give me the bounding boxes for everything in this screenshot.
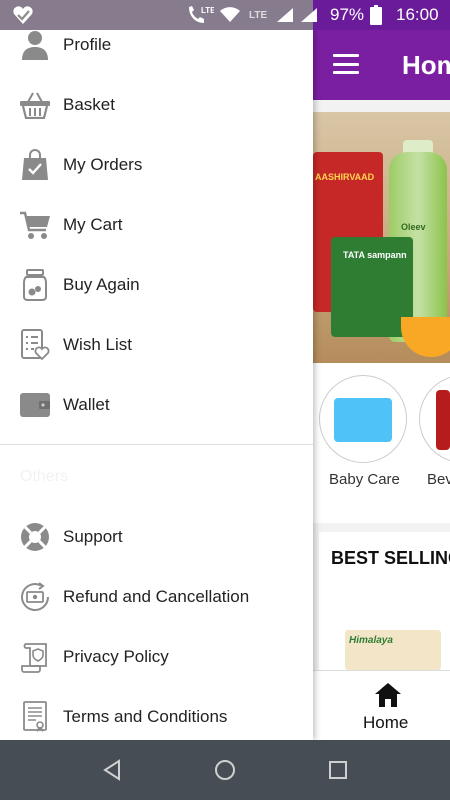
drawer-item-wish-list[interactable]: Wish List — [0, 315, 313, 375]
battery-icon — [370, 0, 382, 30]
wishlist-icon — [18, 328, 52, 362]
bottle-image — [436, 390, 450, 450]
profile-icon — [18, 30, 52, 62]
drawer-item-label: My Orders — [63, 155, 143, 174]
drawer-item-label: Support — [63, 527, 123, 546]
battery-percent: 97% — [330, 5, 365, 24]
lifebuoy-icon — [18, 520, 52, 554]
drawer-item-label: Buy Again — [63, 275, 140, 294]
category-baby-care[interactable] — [319, 375, 407, 463]
call-icon: LTE — [186, 0, 214, 30]
drawer-item-label: Refund and Cancellation — [63, 587, 250, 606]
drawer-item-my-orders[interactable]: My Orders — [0, 135, 313, 195]
lte-label: LTE — [201, 6, 214, 15]
drawer-item-support[interactable]: Support — [0, 507, 313, 567]
diaper-pack-image — [334, 398, 392, 442]
category-beverages[interactable] — [419, 375, 450, 463]
terms-document-icon — [18, 700, 52, 734]
back-icon[interactable] — [101, 758, 125, 782]
category-label: Bev — [427, 471, 450, 488]
promo-banner[interactable]: AASHIRVAAD Oleev TATA sampann — [313, 112, 450, 363]
dal-bowl-image — [401, 317, 450, 357]
lte-label: LTE — [249, 9, 268, 21]
drawer-item-terms[interactable]: Terms and Conditions — [0, 687, 313, 740]
banner-brand-3: Oleev — [401, 222, 426, 232]
signal-icon — [276, 0, 294, 30]
drawer-item-refund[interactable]: Refund and Cancellation — [0, 567, 313, 627]
home-icon[interactable] — [373, 681, 403, 709]
drawer-item-label: Wish List — [63, 335, 132, 354]
wifi-icon — [220, 0, 240, 30]
category-label: Baby Care — [329, 471, 400, 488]
bottom-navigation: Home — [313, 670, 450, 740]
menu-icon[interactable] — [333, 54, 359, 74]
app-notification-icon — [12, 0, 34, 30]
wallet-icon — [18, 388, 52, 422]
home-button-icon[interactable] — [213, 758, 237, 782]
drawer-section-header: Others — [20, 468, 69, 485]
banner-brand-1: AASHIRVAAD — [315, 172, 375, 182]
drawer-item-wallet[interactable]: Wallet — [0, 375, 313, 435]
basket-icon — [18, 88, 52, 122]
drawer-item-label: My Cart — [63, 215, 123, 234]
drawer-item-buy-again[interactable]: Buy Again — [0, 255, 313, 315]
product-brand: Himalaya — [349, 635, 393, 646]
status-bar: LTE LTE 97% 16:00 — [0, 0, 450, 30]
best-selling-title: BEST SELLING — [331, 548, 450, 568]
privacy-scroll-icon — [18, 640, 52, 674]
drawer-item-profile[interactable]: Profile — [0, 30, 313, 75]
page-title: Home — [402, 50, 450, 80]
drawer-item-privacy-policy[interactable]: Privacy Policy — [0, 627, 313, 687]
system-navigation-bar — [0, 740, 450, 800]
navigation-drawer: Profile Basket My Orders My Cart Buy Aga… — [0, 30, 313, 740]
drawer-item-my-cart[interactable]: My Cart — [0, 195, 313, 255]
clock: 16:00 — [396, 5, 439, 24]
drawer-item-label: Terms and Conditions — [63, 707, 228, 726]
refund-icon — [18, 580, 52, 614]
drawer-item-label: Privacy Policy — [63, 647, 169, 666]
recent-apps-icon[interactable] — [326, 758, 350, 782]
jar-icon — [18, 268, 52, 302]
drawer-item-basket[interactable]: Basket — [0, 75, 313, 135]
drawer-item-label: Wallet — [63, 395, 110, 414]
drawer-divider — [0, 444, 313, 445]
signal-icon — [300, 0, 318, 30]
drawer-item-label: Basket — [63, 95, 115, 114]
category-row: Baby Care Bev — [313, 363, 450, 523]
best-selling-section: BEST SELLING Himalaya — [319, 532, 450, 670]
cart-icon — [18, 208, 52, 242]
banner-brand-2: TATA sampann — [343, 250, 407, 260]
shopping-bag-icon — [18, 148, 52, 182]
drawer-item-label: Profile — [63, 35, 112, 54]
bottom-nav-home-label[interactable]: Home — [363, 713, 408, 733]
